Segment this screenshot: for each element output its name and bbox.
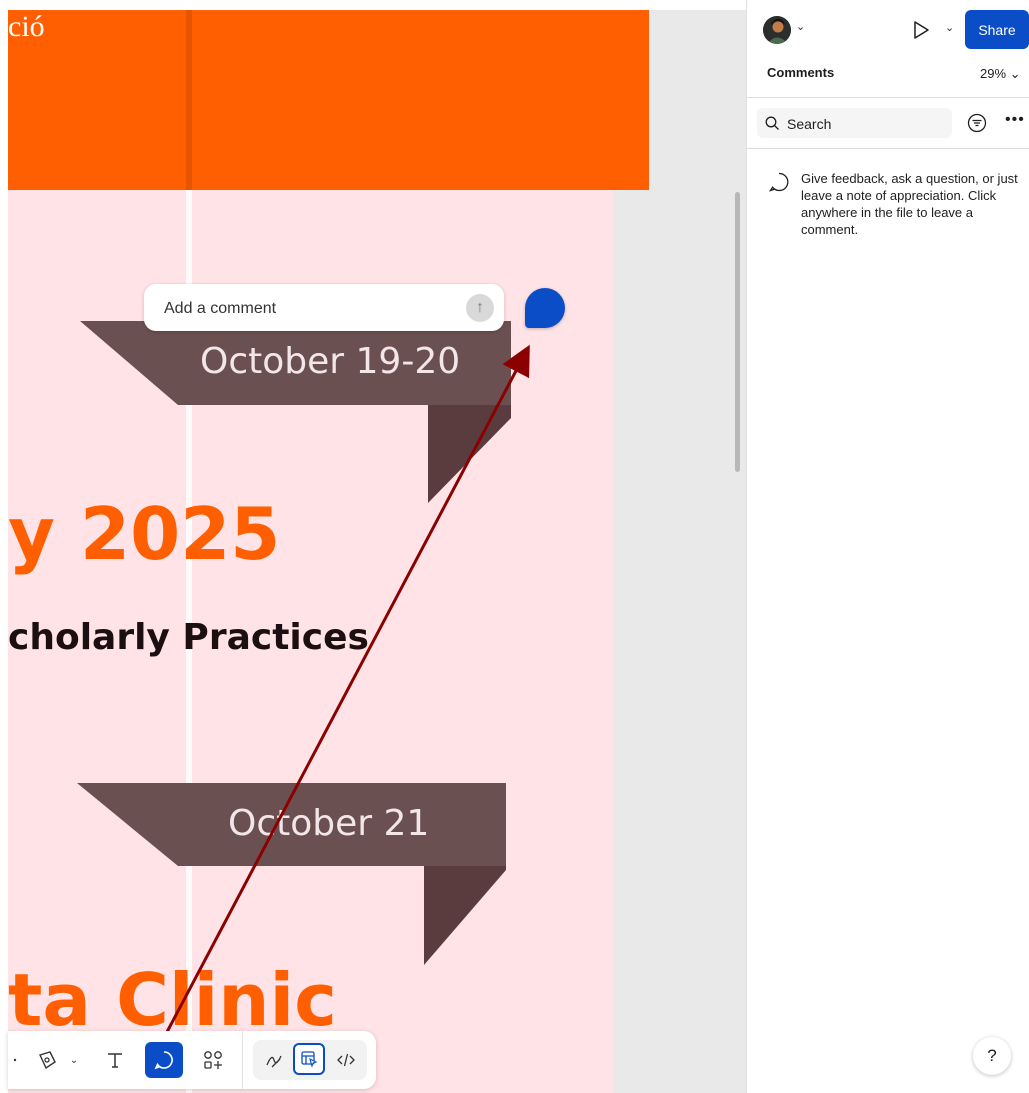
- design-canvas[interactable]: ció October 19-20 October 21 y 2025 chol…: [0, 0, 746, 1093]
- shapes-icon[interactable]: [198, 1042, 228, 1078]
- canvas-scrollbar[interactable]: [735, 192, 740, 472]
- text-icon[interactable]: [100, 1042, 130, 1078]
- search-icon: [765, 116, 779, 130]
- avatar[interactable]: [763, 16, 791, 44]
- pen-icon[interactable]: [30, 1042, 64, 1078]
- comment-input[interactable]: [162, 296, 456, 322]
- help-button[interactable]: ?: [973, 1037, 1011, 1075]
- chevron-down-icon: ⌄: [1009, 66, 1021, 81]
- annotation-arrow: [165, 344, 530, 1033]
- toolbar-divider: [242, 1031, 243, 1089]
- draw-icon[interactable]: [259, 1042, 289, 1078]
- pen-dropdown-chevron-icon[interactable]: ⌄: [68, 1042, 80, 1078]
- chevron-down-icon[interactable]: [10, 1042, 20, 1078]
- more-options-icon[interactable]: •••: [1005, 111, 1025, 129]
- comment-bubble-icon: [768, 172, 789, 192]
- play-icon[interactable]: [911, 20, 931, 45]
- comment-icon[interactable]: [145, 1042, 183, 1078]
- search-field[interactable]: [757, 108, 952, 138]
- arrow-up-icon[interactable]: ↑: [466, 294, 494, 322]
- code-icon[interactable]: [331, 1042, 361, 1078]
- empty-comments-message: Give feedback, ask a question, or just l…: [801, 171, 1018, 237]
- share-button[interactable]: Share: [965, 10, 1029, 49]
- tab-comments[interactable]: Comments: [767, 65, 834, 80]
- comment-composer: ↑: [144, 284, 504, 331]
- search-input[interactable]: [785, 113, 949, 135]
- bottom-toolbar: ⌄: [8, 1031, 376, 1089]
- comment-pin-icon[interactable]: [525, 288, 565, 328]
- inspect-icon[interactable]: [293, 1043, 325, 1075]
- filter-icon[interactable]: [967, 113, 987, 133]
- avatar-chevron-down-icon[interactable]: ⌄: [796, 20, 805, 33]
- right-sidebar: ⌄ ⌄ Share Comments 29% ⌄ ••• Give feedba…: [746, 0, 1029, 1093]
- zoom-value: 29%: [980, 66, 1007, 81]
- divider: [747, 97, 1029, 98]
- zoom-dropdown[interactable]: 29% ⌄: [980, 66, 1021, 82]
- play-chevron-down-icon[interactable]: ⌄: [945, 21, 954, 34]
- dev-mode-group: [253, 1040, 367, 1080]
- divider: [747, 148, 1029, 149]
